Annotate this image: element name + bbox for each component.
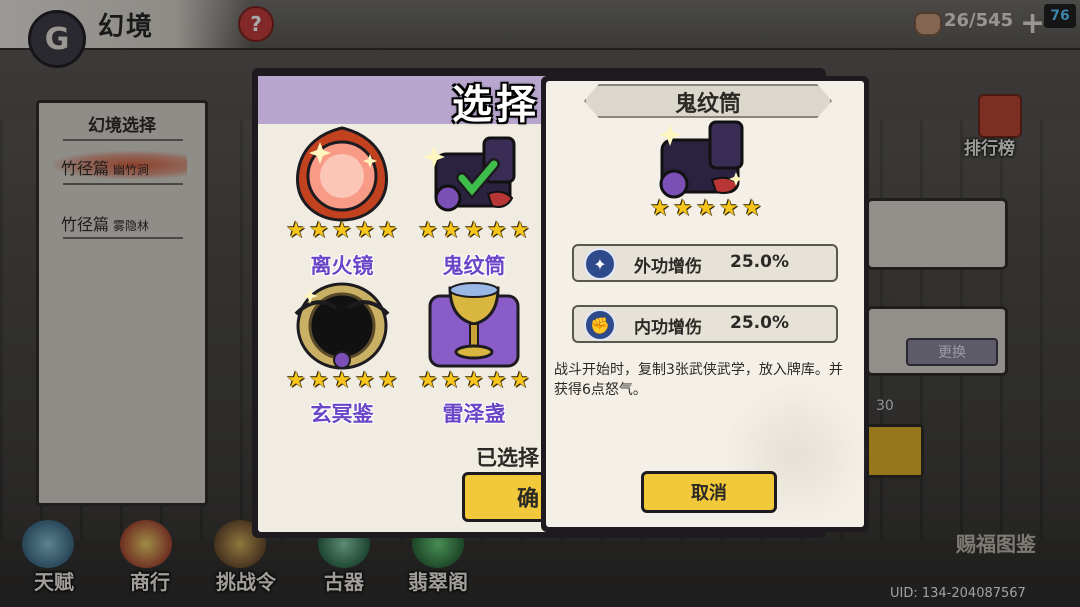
- thunder-cup-icon: [428, 282, 520, 368]
- inner-attack-icon: ✊: [584, 309, 616, 341]
- stat-value: 25.0%: [730, 252, 789, 272]
- star-rating: ★ ★ ★ ★ ★: [412, 220, 536, 242]
- star-icon: ★: [464, 218, 484, 243]
- star-icon: ★: [418, 368, 438, 393]
- ghost-cannon-icon: [659, 120, 744, 199]
- star-icon: ★: [286, 218, 306, 243]
- item-name: 雷泽盏: [442, 402, 506, 426]
- star-icon: ★: [487, 368, 507, 393]
- star-icon: ★: [309, 368, 329, 393]
- star-icon: ★: [510, 218, 530, 243]
- star-icon: ★: [650, 196, 670, 221]
- star-icon: ★: [309, 218, 329, 243]
- stat-row: ✦ 外功增伤 25.0%: [572, 244, 838, 282]
- star-icon: ★: [487, 218, 507, 243]
- item-card[interactable]: ★ ★ ★ ★ ★ 鬼纹筒: [412, 124, 536, 284]
- star-icon: ★: [464, 368, 484, 393]
- star-icon: ★: [719, 196, 739, 221]
- star-icon: ★: [355, 218, 375, 243]
- stat-label: 内功增伤: [634, 318, 702, 338]
- item-card[interactable]: ★ ★ ★ ★ ★ 雷泽盏: [412, 274, 536, 434]
- star-icon: ★: [332, 218, 352, 243]
- star-rating: ★ ★ ★ ★ ★: [642, 198, 770, 222]
- star-icon: ★: [441, 368, 461, 393]
- stat-row: ✊ 内功增伤 25.0%: [572, 305, 838, 343]
- star-rating: ★ ★ ★ ★ ★: [280, 220, 404, 242]
- cancel-button[interactable]: 取消: [641, 471, 777, 513]
- star-icon: ★: [286, 368, 306, 393]
- modal-title: 选择: [452, 82, 540, 128]
- ghost-cannon-icon: [423, 136, 516, 212]
- star-icon: ★: [510, 368, 530, 393]
- star-icon: ★: [378, 218, 398, 243]
- stat-label: 外功增伤: [634, 257, 702, 277]
- confirm-button[interactable]: 确: [462, 472, 552, 522]
- star-rating: ★ ★ ★ ★ ★: [412, 370, 536, 392]
- star-icon: ★: [742, 196, 762, 221]
- stat-value: 25.0%: [730, 313, 789, 333]
- item-card[interactable]: ★ ★ ★ ★ ★ 玄冥鉴: [280, 274, 404, 434]
- selected-label: 已选择: [476, 446, 539, 470]
- item-description: 战斗开始时，复制3张武侠武学，放入牌库。并获得6点怒气。: [554, 362, 843, 398]
- fire-mirror-icon: [296, 126, 388, 222]
- star-icon: ★: [418, 218, 438, 243]
- item-card[interactable]: ★ ★ ★ ★ ★ 离火镜: [280, 124, 404, 284]
- item-name: 玄冥鉴: [310, 402, 374, 426]
- star-icon: ★: [673, 196, 693, 221]
- star-rating: ★ ★ ★ ★ ★: [280, 370, 404, 392]
- star-icon: ★: [378, 368, 398, 393]
- star-icon: ★: [332, 368, 352, 393]
- star-icon: ★: [696, 196, 716, 221]
- star-icon: ★: [355, 368, 375, 393]
- outer-attack-icon: ✦: [584, 248, 616, 280]
- star-icon: ★: [441, 218, 461, 243]
- dark-mirror-icon: [294, 282, 390, 370]
